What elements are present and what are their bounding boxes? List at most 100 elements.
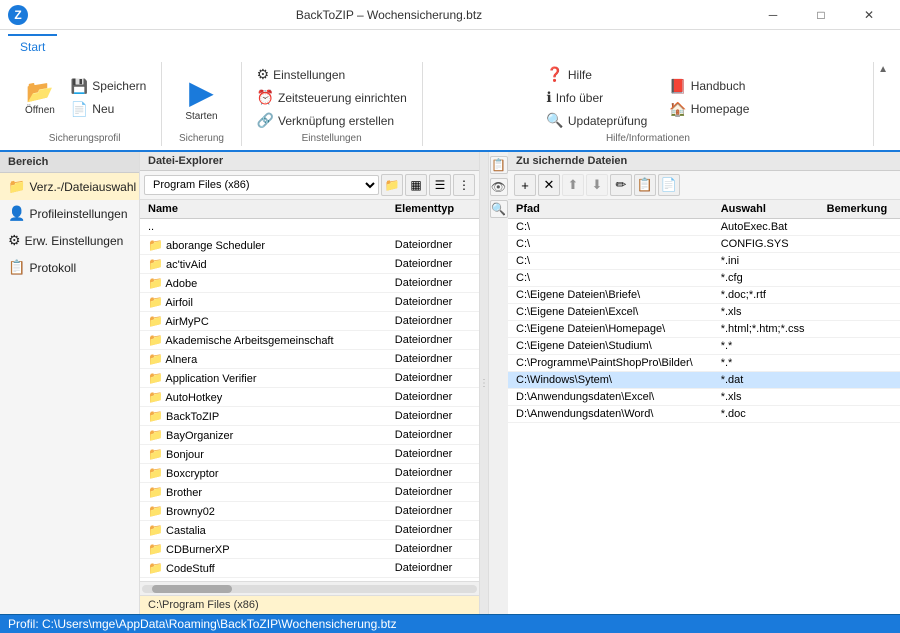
resize-handle[interactable]: ⋮ <box>480 152 488 614</box>
fe-nav-button[interactable]: 📁 <box>381 174 403 196</box>
rp-cell-bemerkung <box>819 270 900 287</box>
fe-view-btn1[interactable]: ▦ <box>405 174 427 196</box>
fe-table-row[interactable]: 📁 ac'tivAidDateiordner <box>140 255 479 274</box>
oeffnen-button[interactable]: 📂 Öffnen <box>18 76 62 119</box>
fe-table-row[interactable]: 📁 aborange SchedulerDateiordner <box>140 236 479 255</box>
sidebar-item-profileinstellungen[interactable]: 👤 Profileinstellungen <box>0 200 139 227</box>
fe-table-row[interactable]: 📁 AirfoilDateiordner <box>140 293 479 312</box>
fe-table-row[interactable]: 📁 BayOrganizerDateiordner <box>140 426 479 445</box>
rp-btn3[interactable]: ⬆ <box>562 174 584 196</box>
rp-table-row[interactable]: C:\Eigene Dateien\Studium\*.* <box>508 338 900 355</box>
app-icon: Z <box>8 5 28 25</box>
ribbon-tab-start[interactable]: Start <box>8 34 57 58</box>
ribbon-collapse-button[interactable]: ▲ <box>874 64 892 75</box>
einstellungen-button[interactable]: ⚙ Einstellungen <box>252 64 412 85</box>
fe-col-type[interactable]: Elementtyp <box>387 200 479 219</box>
rp-col-bemerkung[interactable]: Bemerkung <box>819 200 900 219</box>
rp-edit-button[interactable]: ✏ <box>610 174 632 196</box>
rp-copy-button[interactable]: 📋 <box>634 174 656 196</box>
fe-table-row[interactable]: 📁 BoxcryptorDateiordner <box>140 464 479 483</box>
fe-table-row[interactable]: 📁 BrotherDateiordner <box>140 483 479 502</box>
fe-col-name[interactable]: Name <box>140 200 387 219</box>
ribbon: Start 📂 Öffnen 💾 Speichern 📄 Neu <box>0 30 900 152</box>
minimize-button[interactable]: ─ <box>750 0 796 30</box>
fe-table-row[interactable]: 📁 AlneraDateiordner <box>140 350 479 369</box>
starten-icon: ▶ <box>189 73 214 111</box>
handbuch-label: Handbuch <box>691 79 746 93</box>
rp-table-row[interactable]: C:\Eigene Dateien\Homepage\*.html;*.htm;… <box>508 321 900 338</box>
side-icon-btn3[interactable]: 🔍 <box>490 200 508 218</box>
verknuepfung-button[interactable]: 🔗 Verknüpfung erstellen <box>252 110 412 131</box>
zeitsteuerung-button[interactable]: ⏰ Zeitsteuerung einrichten <box>252 87 412 108</box>
rp-paste-button[interactable]: 📄 <box>658 174 680 196</box>
fe-table-row[interactable]: 📁 AdobeDateiordner <box>140 274 479 293</box>
ribbon-group-hilfe: ❓ Hilfe ℹ Info über 🔍 Updateprüfung 📕 <box>423 62 874 146</box>
rp-cell-bemerkung <box>819 372 900 389</box>
rp-table-row[interactable]: D:\Anwendungsdaten\Word\*.doc <box>508 406 900 423</box>
side-icon-btn1[interactable]: 📋 <box>490 156 508 174</box>
rp-table-row[interactable]: C:\Eigene Dateien\Briefe\*.doc;*.rtf <box>508 287 900 304</box>
rp-table-row[interactable]: C:\Windows\Sytem\*.dat <box>508 372 900 389</box>
rp-col-auswahl[interactable]: Auswahl <box>713 200 819 219</box>
fe-table-row[interactable]: 📁 CDBurnerXPDateiordner <box>140 540 479 559</box>
sidebar-item-protokoll[interactable]: 📋 Protokoll <box>0 254 139 281</box>
rp-col-pfad[interactable]: Pfad <box>508 200 713 219</box>
fe-scrollbar-thumb[interactable] <box>152 585 232 593</box>
info-button[interactable]: ℹ Info über <box>541 87 652 108</box>
fe-cell-name: 📁 AirMyPC <box>140 312 387 331</box>
rp-table-row[interactable]: C:\*.cfg <box>508 270 900 287</box>
fe-cell-type: Dateiordner <box>387 236 479 255</box>
rp-cell-path: D:\Anwendungsdaten\Excel\ <box>508 389 713 406</box>
fe-view-btn2[interactable]: ☰ <box>429 174 451 196</box>
fe-table-row[interactable]: 📁 BonjourDateiordner <box>140 445 479 464</box>
fe-table-row[interactable]: 📁 CodeStuffDateiordner <box>140 559 479 578</box>
updatepruefung-button[interactable]: 🔍 Updateprüfung <box>541 110 652 131</box>
sidebar-item-verz-dateiauswahl[interactable]: 📁 Verz.-/Dateiauswahl <box>0 173 139 200</box>
rp-table-row[interactable]: C:\CONFIG.SYS <box>508 236 900 253</box>
fe-table-row[interactable]: 📁 Application VerifierDateiordner <box>140 369 479 388</box>
rp-table-row[interactable]: C:\AutoExec.Bat <box>508 219 900 236</box>
fe-table-row[interactable]: 📁 AirMyPCDateiordner <box>140 312 479 331</box>
handbuch-icon: 📕 <box>669 78 686 95</box>
starten-button[interactable]: ▶ Starten <box>172 68 230 127</box>
speichern-button[interactable]: 💾 Speichern <box>66 76 151 97</box>
neu-label: Neu <box>92 102 114 116</box>
fe-table-row[interactable]: 📁 Akademische ArbeitsgemeinschaftDateior… <box>140 331 479 350</box>
rp-cell-bemerkung <box>819 219 900 236</box>
fe-table-row[interactable]: .. <box>140 219 479 236</box>
fe-scrollbar-horizontal[interactable] <box>140 581 479 595</box>
close-button[interactable]: ✕ <box>846 0 892 30</box>
fe-cell-name: 📁 ac'tivAid <box>140 255 387 274</box>
rp-table-row[interactable]: C:\Programme\PaintShopPro\Bilder\*.* <box>508 355 900 372</box>
erw-einstellungen-icon: ⚙ <box>8 232 21 249</box>
sidebar-item-erw-einstellungen[interactable]: ⚙ Erw. Einstellungen <box>0 227 139 254</box>
hilfe-button[interactable]: ❓ Hilfe <box>541 64 652 85</box>
fe-cell-type: Dateiordner <box>387 483 479 502</box>
rp-btn4[interactable]: ⬇ <box>586 174 608 196</box>
rp-add-button[interactable]: + <box>514 174 536 196</box>
homepage-button[interactable]: 🏠 Homepage <box>664 99 754 120</box>
fe-view-btn3[interactable]: ⋮ <box>453 174 475 196</box>
rp-cell-path: C:\ <box>508 219 713 236</box>
fe-table-row[interactable]: 📁 CastaliaDateiordner <box>140 521 479 540</box>
rp-table-row[interactable]: C:\*.ini <box>508 253 900 270</box>
rp-cell-path: C:\ <box>508 253 713 270</box>
fe-cell-name: 📁 Brother <box>140 483 387 502</box>
fe-table-row[interactable]: 📁 BackToZIPDateiordner <box>140 407 479 426</box>
side-icon-btn2[interactable]: 👁 <box>490 178 508 196</box>
rp-table: Pfad Auswahl Bemerkung C:\AutoExec.BatC:… <box>508 200 900 614</box>
fe-path-select[interactable]: Program Files (x86) <box>144 175 379 195</box>
fe-table-row[interactable]: 📁 Browny02Dateiordner <box>140 502 479 521</box>
fe-table-row[interactable]: 📁 AutoHotkeyDateiordner <box>140 388 479 407</box>
fe-cell-name: 📁 Alnera <box>140 350 387 369</box>
rp-table-row[interactable]: D:\Anwendungsdaten\Excel\*.xls <box>508 389 900 406</box>
rp-table-row[interactable]: C:\Eigene Dateien\Excel\*.xls <box>508 304 900 321</box>
fe-cell-type: Dateiordner <box>387 388 479 407</box>
fe-table: Name Elementtyp ..📁 aborange SchedulerDa… <box>140 200 479 581</box>
maximize-button[interactable]: □ <box>798 0 844 30</box>
rp-delete-button[interactable]: ✕ <box>538 174 560 196</box>
neu-button[interactable]: 📄 Neu <box>66 99 151 120</box>
titlebar: Z BackToZIP – Wochensicherung.btz ─ □ ✕ <box>0 0 900 30</box>
handbuch-button[interactable]: 📕 Handbuch <box>664 76 754 97</box>
fe-cell-name: 📁 CDBurnerXP <box>140 540 387 559</box>
